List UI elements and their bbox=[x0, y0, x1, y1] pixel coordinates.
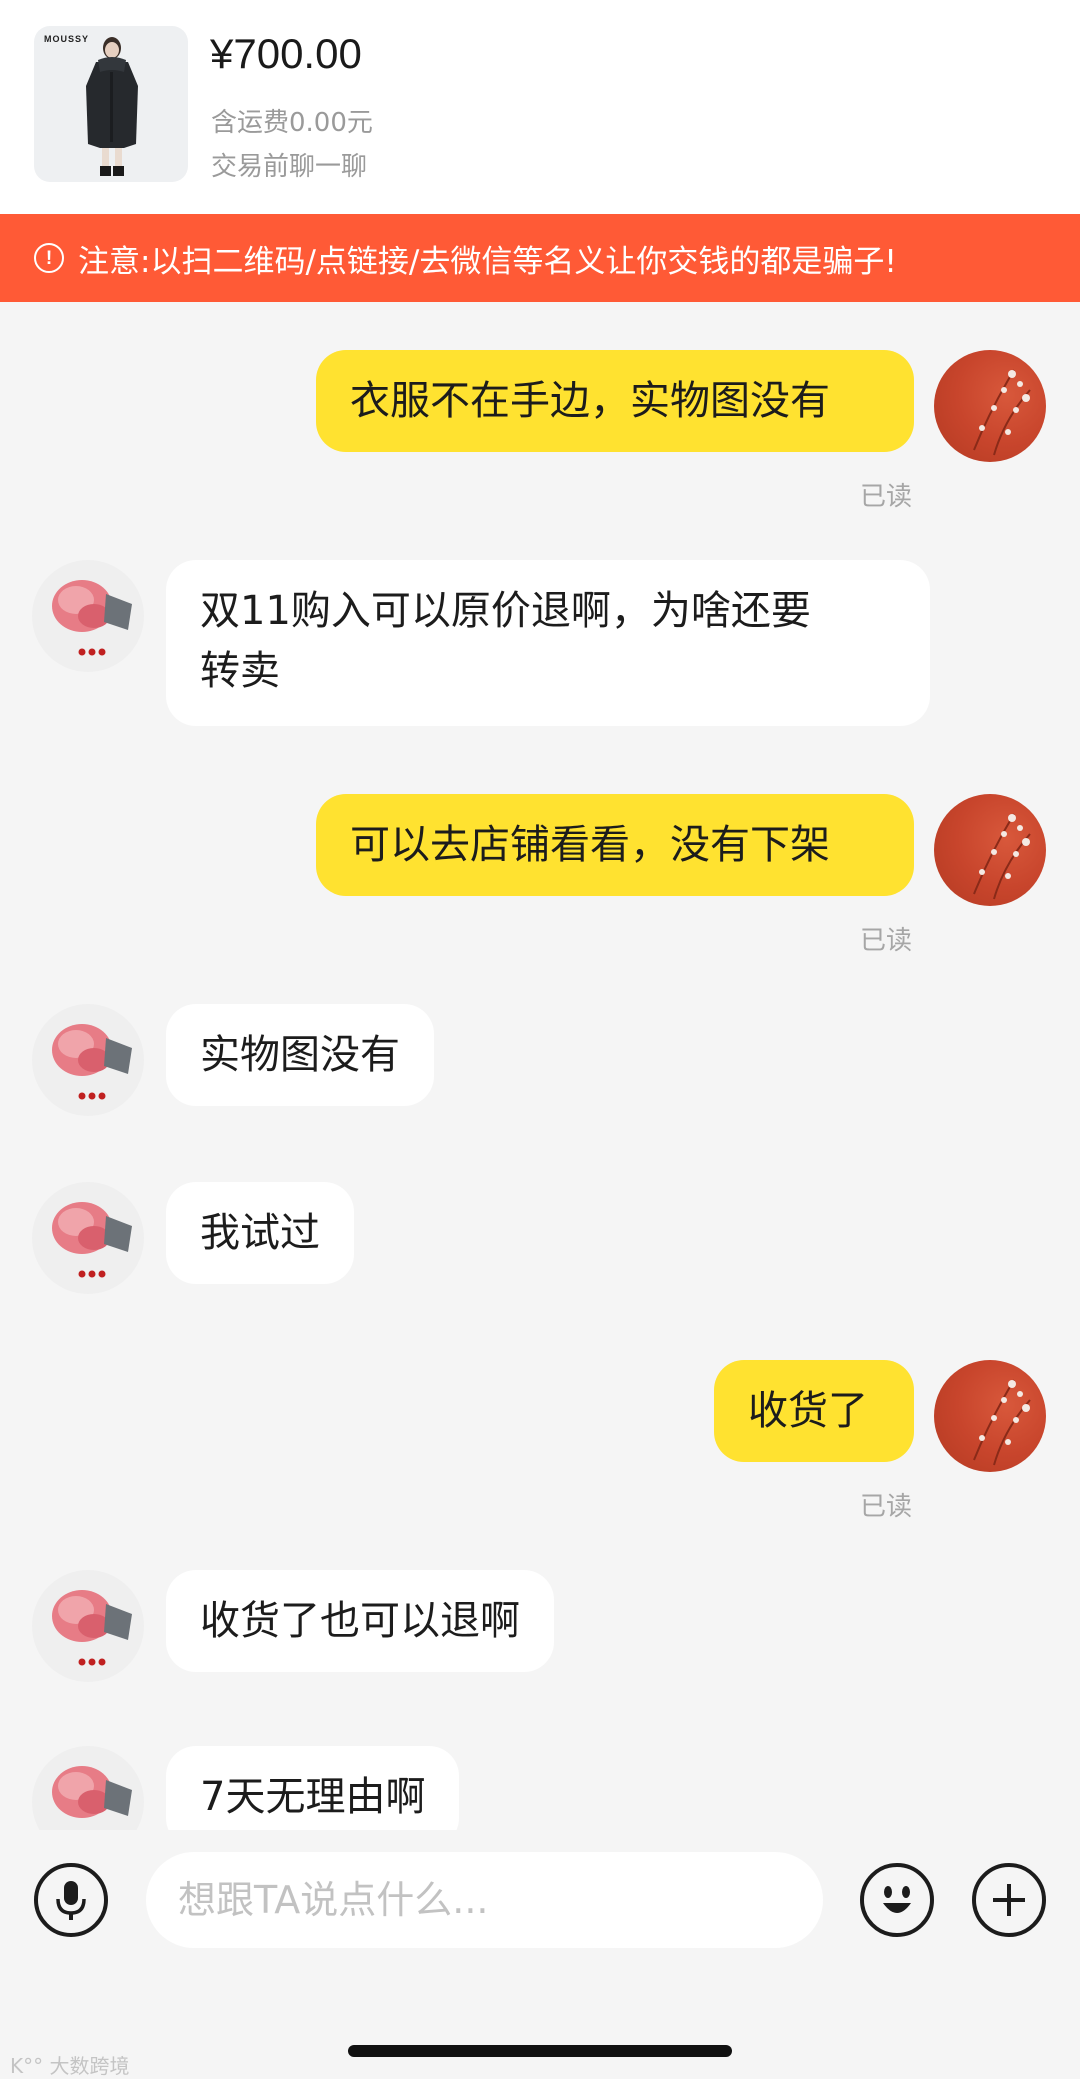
message-text-line-1: 双11购入可以原价退啊，为啥还要 bbox=[200, 588, 811, 634]
coral-flower-avatar-image bbox=[52, 1766, 132, 1818]
message-text: 可以去店铺看看，没有下架 bbox=[350, 822, 830, 868]
product-shipping: 含运费0.00元 bbox=[211, 108, 373, 138]
self-avatar[interactable] bbox=[934, 794, 1046, 906]
microphone-glyph bbox=[56, 1881, 86, 1920]
product-price: ¥700.00 bbox=[210, 30, 362, 77]
other-avatar[interactable] bbox=[32, 1182, 144, 1294]
coral-flower-avatar-image bbox=[52, 1024, 132, 1100]
other-avatar[interactable] bbox=[32, 1004, 144, 1116]
flower-avatar-image bbox=[973, 369, 1031, 456]
chat-bubble-self[interactable]: 收货了 bbox=[714, 1360, 914, 1462]
self-avatar[interactable] bbox=[934, 350, 1046, 462]
message-text: 收货了也可以退啊 bbox=[200, 1598, 520, 1644]
coral-flower-avatar-image bbox=[52, 580, 132, 656]
input-bar: K°° 大数跨境 bbox=[0, 1830, 1080, 2078]
message-input[interactable] bbox=[146, 1852, 823, 1948]
smiley-face-icon[interactable] bbox=[860, 1863, 934, 1937]
coral-flower-avatar-image bbox=[52, 1590, 132, 1666]
read-status: 已读 bbox=[860, 926, 913, 956]
other-avatar[interactable] bbox=[32, 560, 144, 672]
chat-bubble-other[interactable]: 实物图没有 bbox=[166, 1004, 434, 1106]
product-brand-text: MOUSSY bbox=[44, 34, 90, 44]
microphone-icon[interactable] bbox=[34, 1863, 108, 1937]
chat-bubble-other[interactable]: 7天无理由啊 bbox=[166, 1746, 460, 1830]
chat-area[interactable]: 衣服不在手边，实物图没有 已读 双11购入可以原价退啊，为啥还要 转卖 可以去店… bbox=[0, 302, 1080, 1830]
chat-bubble-self[interactable]: 衣服不在手边，实物图没有 bbox=[316, 350, 914, 452]
message-text: 收货了 bbox=[748, 1388, 868, 1434]
message-text: 衣服不在手边，实物图没有 bbox=[350, 378, 830, 424]
product-thumbnail[interactable]: MOUSSY bbox=[34, 26, 188, 182]
coral-flower-avatar-image bbox=[52, 1202, 132, 1278]
chat-bubble-other[interactable]: 收货了也可以退啊 bbox=[166, 1570, 554, 1672]
flower-avatar-image bbox=[973, 1379, 1031, 1466]
product-card[interactable]: MOUSSY ¥700.00 含运费0.00元 交易前聊一聊 bbox=[0, 0, 1080, 214]
warning-text: 注意:以扫二维码/点链接/去微信等名义让你交钱的都是骗子! bbox=[78, 243, 897, 280]
watermark-text: K°° 大数跨境 bbox=[10, 2054, 130, 2078]
message-text: 7天无理由啊 bbox=[200, 1774, 426, 1820]
other-avatar[interactable] bbox=[32, 1746, 144, 1830]
read-status: 已读 bbox=[860, 482, 913, 512]
plus-glyph bbox=[993, 1884, 1025, 1916]
plus-icon[interactable] bbox=[972, 1863, 1046, 1937]
chat-bubble-other[interactable]: 我试过 bbox=[166, 1182, 354, 1284]
chat-bubble-self[interactable]: 可以去店铺看看，没有下架 bbox=[316, 794, 914, 896]
read-status: 已读 bbox=[860, 1492, 913, 1522]
exclamation-circle-icon: ! bbox=[34, 243, 64, 273]
message-text: 我试过 bbox=[200, 1210, 320, 1256]
smiley-glyph bbox=[883, 1886, 911, 1913]
flower-avatar-image bbox=[973, 813, 1031, 900]
self-avatar[interactable] bbox=[934, 1360, 1046, 1472]
message-text-line-2: 转卖 bbox=[200, 648, 280, 694]
chat-bubble-other[interactable]: 双11购入可以原价退啊，为啥还要 转卖 bbox=[166, 560, 930, 726]
home-indicator bbox=[348, 2045, 732, 2057]
product-chat-hint: 交易前聊一聊 bbox=[211, 152, 368, 182]
other-avatar[interactable] bbox=[32, 1570, 144, 1682]
warning-banner: ! 注意:以扫二维码/点链接/去微信等名义让你交钱的都是骗子! bbox=[0, 214, 1080, 302]
message-text: 实物图没有 bbox=[200, 1032, 400, 1078]
coat-model-image bbox=[86, 37, 138, 176]
